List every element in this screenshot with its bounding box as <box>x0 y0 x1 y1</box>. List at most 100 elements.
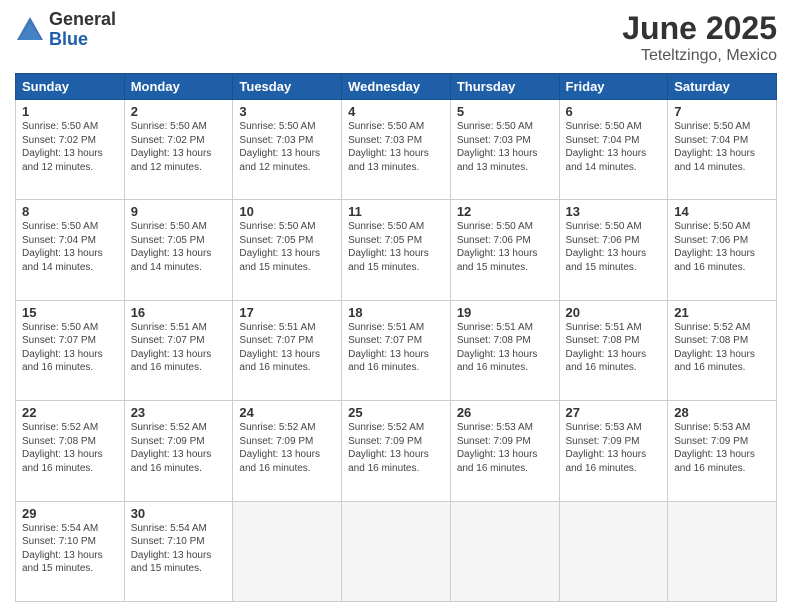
calendar-title: June 2025 <box>622 10 777 47</box>
day-number: 26 <box>457 405 553 420</box>
table-row <box>233 501 342 601</box>
day-number: 23 <box>131 405 227 420</box>
day-info: Sunrise: 5:50 AMSunset: 7:04 PMDaylight:… <box>674 121 755 173</box>
header-friday: Friday <box>559 74 668 100</box>
day-info: Sunrise: 5:53 AMSunset: 7:09 PMDaylight:… <box>674 422 755 474</box>
header: General Blue June 2025 Teteltzingo, Mexi… <box>15 10 777 65</box>
table-row: 22 Sunrise: 5:52 AMSunset: 7:08 PMDaylig… <box>16 401 125 501</box>
table-row: 11 Sunrise: 5:50 AMSunset: 7:05 PMDaylig… <box>342 200 451 300</box>
calendar-row-3: 22 Sunrise: 5:52 AMSunset: 7:08 PMDaylig… <box>16 401 777 501</box>
day-number: 25 <box>348 405 444 420</box>
logo-general: General <box>49 10 116 30</box>
day-number: 2 <box>131 104 227 119</box>
table-row: 5 Sunrise: 5:50 AMSunset: 7:03 PMDayligh… <box>450 100 559 200</box>
page: General Blue June 2025 Teteltzingo, Mexi… <box>0 0 792 612</box>
header-row: Sunday Monday Tuesday Wednesday Thursday… <box>16 74 777 100</box>
day-info: Sunrise: 5:52 AMSunset: 7:09 PMDaylight:… <box>131 422 212 474</box>
day-info: Sunrise: 5:50 AMSunset: 7:06 PMDaylight:… <box>674 221 755 273</box>
day-info: Sunrise: 5:51 AMSunset: 7:08 PMDaylight:… <box>457 322 538 374</box>
day-info: Sunrise: 5:54 AMSunset: 7:10 PMDaylight:… <box>131 523 212 575</box>
table-row: 27 Sunrise: 5:53 AMSunset: 7:09 PMDaylig… <box>559 401 668 501</box>
day-info: Sunrise: 5:50 AMSunset: 7:03 PMDaylight:… <box>239 121 320 173</box>
day-info: Sunrise: 5:50 AMSunset: 7:04 PMDaylight:… <box>22 221 103 273</box>
day-number: 29 <box>22 506 118 521</box>
day-number: 30 <box>131 506 227 521</box>
day-number: 17 <box>239 305 335 320</box>
day-info: Sunrise: 5:50 AMSunset: 7:03 PMDaylight:… <box>457 121 538 173</box>
header-saturday: Saturday <box>668 74 777 100</box>
table-row: 17 Sunrise: 5:51 AMSunset: 7:07 PMDaylig… <box>233 300 342 400</box>
day-number: 15 <box>22 305 118 320</box>
day-info: Sunrise: 5:51 AMSunset: 7:07 PMDaylight:… <box>348 322 429 374</box>
day-number: 14 <box>674 204 770 219</box>
day-info: Sunrise: 5:50 AMSunset: 7:04 PMDaylight:… <box>566 121 647 173</box>
day-info: Sunrise: 5:51 AMSunset: 7:08 PMDaylight:… <box>566 322 647 374</box>
day-info: Sunrise: 5:50 AMSunset: 7:05 PMDaylight:… <box>239 221 320 273</box>
table-row: 19 Sunrise: 5:51 AMSunset: 7:08 PMDaylig… <box>450 300 559 400</box>
calendar-row-2: 15 Sunrise: 5:50 AMSunset: 7:07 PMDaylig… <box>16 300 777 400</box>
day-number: 4 <box>348 104 444 119</box>
table-row: 21 Sunrise: 5:52 AMSunset: 7:08 PMDaylig… <box>668 300 777 400</box>
table-row: 1 Sunrise: 5:50 AMSunset: 7:02 PMDayligh… <box>16 100 125 200</box>
title-block: June 2025 Teteltzingo, Mexico <box>622 10 777 65</box>
day-number: 13 <box>566 204 662 219</box>
day-number: 3 <box>239 104 335 119</box>
day-info: Sunrise: 5:50 AMSunset: 7:06 PMDaylight:… <box>457 221 538 273</box>
table-row: 2 Sunrise: 5:50 AMSunset: 7:02 PMDayligh… <box>124 100 233 200</box>
day-number: 8 <box>22 204 118 219</box>
logo-icon <box>15 15 45 45</box>
day-number: 28 <box>674 405 770 420</box>
table-row <box>342 501 451 601</box>
table-row: 16 Sunrise: 5:51 AMSunset: 7:07 PMDaylig… <box>124 300 233 400</box>
day-info: Sunrise: 5:50 AMSunset: 7:02 PMDaylight:… <box>22 121 103 173</box>
day-info: Sunrise: 5:53 AMSunset: 7:09 PMDaylight:… <box>457 422 538 474</box>
day-number: 7 <box>674 104 770 119</box>
day-info: Sunrise: 5:50 AMSunset: 7:03 PMDaylight:… <box>348 121 429 173</box>
day-number: 9 <box>131 204 227 219</box>
table-row: 14 Sunrise: 5:50 AMSunset: 7:06 PMDaylig… <box>668 200 777 300</box>
logo: General Blue <box>15 10 116 50</box>
table-row: 20 Sunrise: 5:51 AMSunset: 7:08 PMDaylig… <box>559 300 668 400</box>
table-row: 7 Sunrise: 5:50 AMSunset: 7:04 PMDayligh… <box>668 100 777 200</box>
table-row: 3 Sunrise: 5:50 AMSunset: 7:03 PMDayligh… <box>233 100 342 200</box>
day-number: 6 <box>566 104 662 119</box>
table-row: 8 Sunrise: 5:50 AMSunset: 7:04 PMDayligh… <box>16 200 125 300</box>
table-row: 10 Sunrise: 5:50 AMSunset: 7:05 PMDaylig… <box>233 200 342 300</box>
day-number: 21 <box>674 305 770 320</box>
header-thursday: Thursday <box>450 74 559 100</box>
day-info: Sunrise: 5:52 AMSunset: 7:09 PMDaylight:… <box>348 422 429 474</box>
calendar-table: Sunday Monday Tuesday Wednesday Thursday… <box>15 73 777 602</box>
header-sunday: Sunday <box>16 74 125 100</box>
day-number: 11 <box>348 204 444 219</box>
day-info: Sunrise: 5:50 AMSunset: 7:05 PMDaylight:… <box>131 221 212 273</box>
table-row: 9 Sunrise: 5:50 AMSunset: 7:05 PMDayligh… <box>124 200 233 300</box>
day-info: Sunrise: 5:51 AMSunset: 7:07 PMDaylight:… <box>131 322 212 374</box>
logo-text: General Blue <box>49 10 116 50</box>
table-row: 26 Sunrise: 5:53 AMSunset: 7:09 PMDaylig… <box>450 401 559 501</box>
header-wednesday: Wednesday <box>342 74 451 100</box>
table-row: 15 Sunrise: 5:50 AMSunset: 7:07 PMDaylig… <box>16 300 125 400</box>
table-row: 6 Sunrise: 5:50 AMSunset: 7:04 PMDayligh… <box>559 100 668 200</box>
day-info: Sunrise: 5:50 AMSunset: 7:02 PMDaylight:… <box>131 121 212 173</box>
table-row <box>450 501 559 601</box>
day-info: Sunrise: 5:52 AMSunset: 7:08 PMDaylight:… <box>22 422 103 474</box>
logo-blue: Blue <box>49 30 116 50</box>
table-row: 28 Sunrise: 5:53 AMSunset: 7:09 PMDaylig… <box>668 401 777 501</box>
day-number: 16 <box>131 305 227 320</box>
day-number: 5 <box>457 104 553 119</box>
table-row: 25 Sunrise: 5:52 AMSunset: 7:09 PMDaylig… <box>342 401 451 501</box>
day-number: 20 <box>566 305 662 320</box>
day-number: 22 <box>22 405 118 420</box>
day-number: 27 <box>566 405 662 420</box>
header-tuesday: Tuesday <box>233 74 342 100</box>
calendar-subtitle: Teteltzingo, Mexico <box>622 47 777 65</box>
day-number: 24 <box>239 405 335 420</box>
day-info: Sunrise: 5:52 AMSunset: 7:09 PMDaylight:… <box>239 422 320 474</box>
table-row: 13 Sunrise: 5:50 AMSunset: 7:06 PMDaylig… <box>559 200 668 300</box>
table-row: 24 Sunrise: 5:52 AMSunset: 7:09 PMDaylig… <box>233 401 342 501</box>
day-number: 12 <box>457 204 553 219</box>
table-row: 23 Sunrise: 5:52 AMSunset: 7:09 PMDaylig… <box>124 401 233 501</box>
day-info: Sunrise: 5:50 AMSunset: 7:06 PMDaylight:… <box>566 221 647 273</box>
table-row <box>559 501 668 601</box>
day-info: Sunrise: 5:53 AMSunset: 7:09 PMDaylight:… <box>566 422 647 474</box>
